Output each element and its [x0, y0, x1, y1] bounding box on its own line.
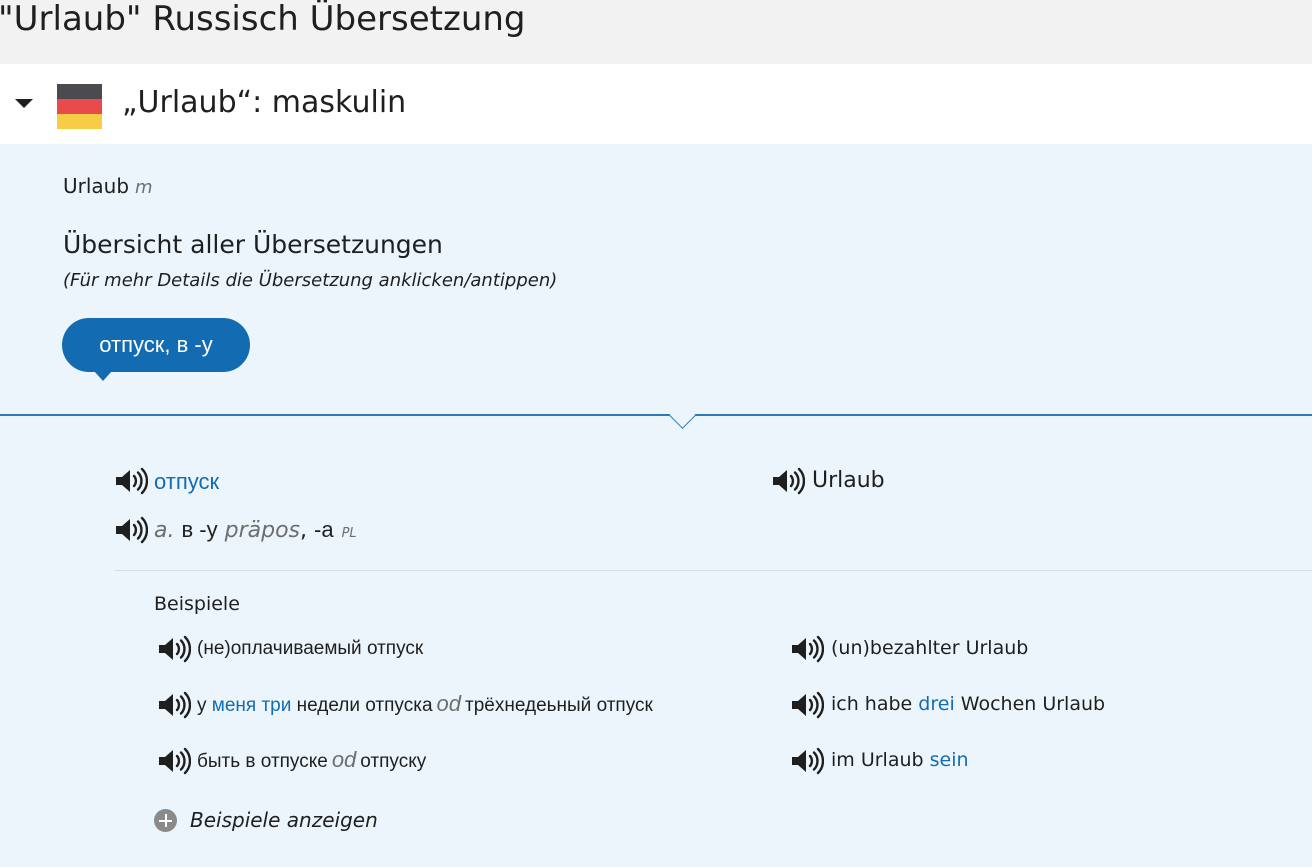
speaker-icon[interactable]	[790, 635, 824, 663]
example-text: трёхнедеьный отпуск	[465, 695, 653, 716]
speaker-icon[interactable]	[114, 467, 148, 495]
headword-gender: m	[135, 177, 153, 198]
example-text: Wochen Urlaub	[960, 693, 1106, 715]
speaker-icon[interactable]	[771, 467, 805, 495]
example-text: недели отпуска	[296, 695, 433, 716]
grammar-case: präpos	[224, 518, 301, 543]
speaker-icon[interactable]	[790, 747, 824, 775]
speaker-icon[interactable]	[114, 516, 148, 544]
example-de: (un)bezahlter Urlaub	[831, 634, 1028, 662]
plus-circle-icon	[154, 809, 177, 832]
german-flag-icon	[57, 84, 102, 129]
examples-separator	[115, 570, 1312, 571]
page-title: "Urlaub" Russisch Übersetzung	[0, 0, 526, 39]
translation-ru-word[interactable]: отпуск	[154, 467, 219, 497]
speaker-icon[interactable]	[790, 691, 824, 719]
show-examples-label: Beispiele anzeigen	[190, 808, 378, 832]
example-de: im Urlaub sein	[831, 746, 969, 774]
divider-notch	[669, 402, 696, 429]
example-text: (не)оплачиваемый отпуск	[197, 638, 424, 659]
examples-label: Beispiele	[154, 593, 240, 615]
example-ru: быть в отпуске od отпуску	[197, 746, 426, 776]
translation-de-word: Urlaub	[812, 468, 885, 493]
example-or: od	[331, 747, 357, 772]
speaker-icon[interactable]	[157, 747, 191, 775]
example-text: у	[197, 695, 207, 716]
grammar-comma: ,	[300, 518, 308, 543]
example-text: отпуску	[360, 751, 427, 772]
speaker-icon[interactable]	[157, 635, 191, 663]
example-link[interactable]: drei	[918, 693, 954, 715]
example-text: im Urlaub	[831, 749, 924, 771]
translation-pill[interactable]: отпуск, в -у	[62, 318, 250, 381]
collapse-arrow-icon[interactable]	[15, 99, 33, 108]
grammar-prefix: a.	[154, 518, 175, 543]
grammar-info: a. в -у präpos, -а PL	[154, 515, 357, 549]
example-link[interactable]: sein	[930, 749, 969, 771]
entry-title: „Urlaub“: maskulin	[122, 85, 407, 120]
speaker-icon[interactable]	[157, 691, 191, 719]
headword: Urlaub m	[63, 172, 153, 202]
example-link[interactable]: меня три	[212, 695, 292, 716]
example-or: od	[436, 691, 461, 716]
example-ru: (не)оплачиваемый отпуск	[197, 635, 423, 663]
entry-header[interactable]: „Urlaub“: maskulin	[0, 64, 1312, 144]
grammar-number: PL	[341, 526, 357, 541]
section-divider	[0, 414, 1312, 416]
example-ru: у меня три недели отпуска od трёхнедеьный …	[197, 690, 653, 720]
headword-text: Urlaub	[63, 174, 130, 198]
example-text: ich habe	[831, 693, 913, 715]
overview-hint: (Für mehr Details die Übersetzung anklic…	[63, 270, 558, 291]
example-text: (un)bezahlter Urlaub	[831, 637, 1029, 659]
overview-title: Übersicht aller Übersetzungen	[63, 230, 443, 259]
example-de: ich habe drei Wochen Urlaub	[831, 690, 1105, 718]
example-text: быть в отпуске	[197, 751, 328, 772]
grammar-form1: в -у	[181, 517, 218, 542]
page-header: "Urlaub" Russisch Übersetzung	[0, 0, 1312, 64]
grammar-form2: -а	[314, 517, 334, 542]
